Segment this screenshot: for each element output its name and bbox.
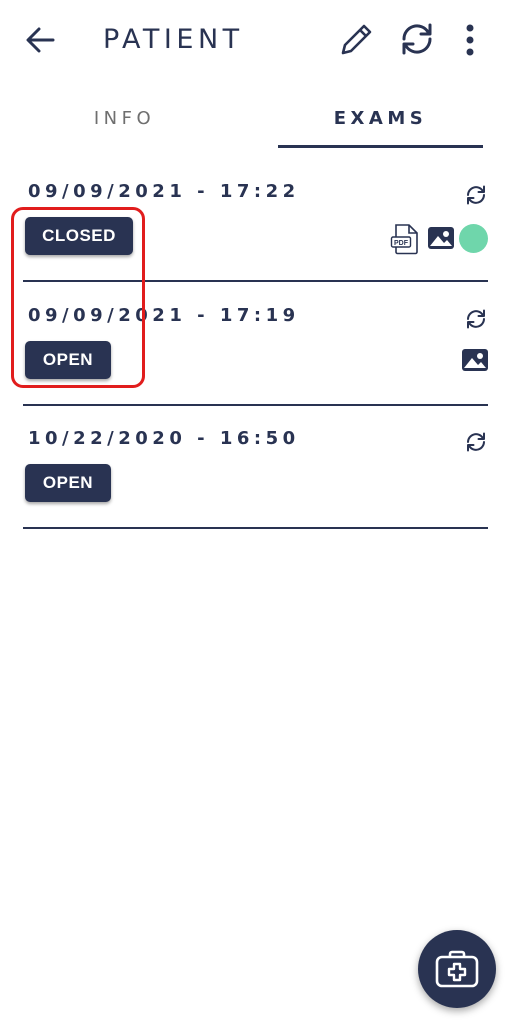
sync-icon[interactable] bbox=[464, 183, 488, 207]
sync-button[interactable] bbox=[396, 18, 438, 60]
more-options-button[interactable] bbox=[456, 20, 484, 60]
exam-datetime: 09/09/2021 - 17:22 bbox=[28, 181, 300, 202]
tab-exams[interactable]: EXAMS bbox=[278, 90, 483, 146]
sync-icon[interactable] bbox=[464, 307, 488, 331]
exam-status-button[interactable]: OPEN bbox=[25, 464, 111, 502]
more-vertical-icon bbox=[466, 24, 474, 56]
pdf-icon[interactable]: PDF bbox=[390, 223, 420, 255]
exam-list-item[interactable]: 09/09/2021 - 17:22 CLOSED PDF bbox=[0, 181, 511, 304]
image-icon[interactable] bbox=[427, 226, 455, 250]
tab-bar: INFO EXAMS bbox=[0, 90, 511, 148]
pencil-icon bbox=[341, 24, 372, 55]
page-title: PATIENT bbox=[103, 24, 244, 55]
image-icon[interactable] bbox=[461, 348, 489, 372]
edit-button[interactable] bbox=[336, 20, 376, 60]
sync-icon bbox=[402, 23, 432, 55]
sync-icon[interactable] bbox=[464, 430, 488, 454]
medical-kit-icon bbox=[435, 950, 479, 988]
add-exam-fab[interactable] bbox=[418, 930, 496, 1008]
app-bar: PATIENT bbox=[0, 0, 511, 80]
exam-list-item[interactable]: 09/09/2021 - 17:19 OPEN bbox=[0, 305, 511, 428]
exam-status-button[interactable]: OPEN bbox=[25, 341, 111, 379]
exam-status-button[interactable]: CLOSED bbox=[25, 217, 133, 255]
pdf-icon-label: PDF bbox=[394, 240, 409, 247]
exam-datetime: 10/22/2020 - 16:50 bbox=[28, 428, 300, 449]
tab-info[interactable]: INFO bbox=[22, 90, 227, 146]
back-button[interactable] bbox=[22, 24, 58, 56]
divider bbox=[23, 404, 488, 406]
tab-selected-indicator bbox=[278, 145, 483, 148]
divider bbox=[23, 280, 488, 282]
divider bbox=[23, 527, 488, 529]
exam-datetime: 09/09/2021 - 17:19 bbox=[28, 305, 300, 326]
exam-list-item[interactable]: 10/22/2020 - 16:50 OPEN bbox=[0, 428, 511, 551]
exam-status-dot bbox=[459, 224, 488, 253]
arrow-left-icon bbox=[26, 27, 55, 53]
